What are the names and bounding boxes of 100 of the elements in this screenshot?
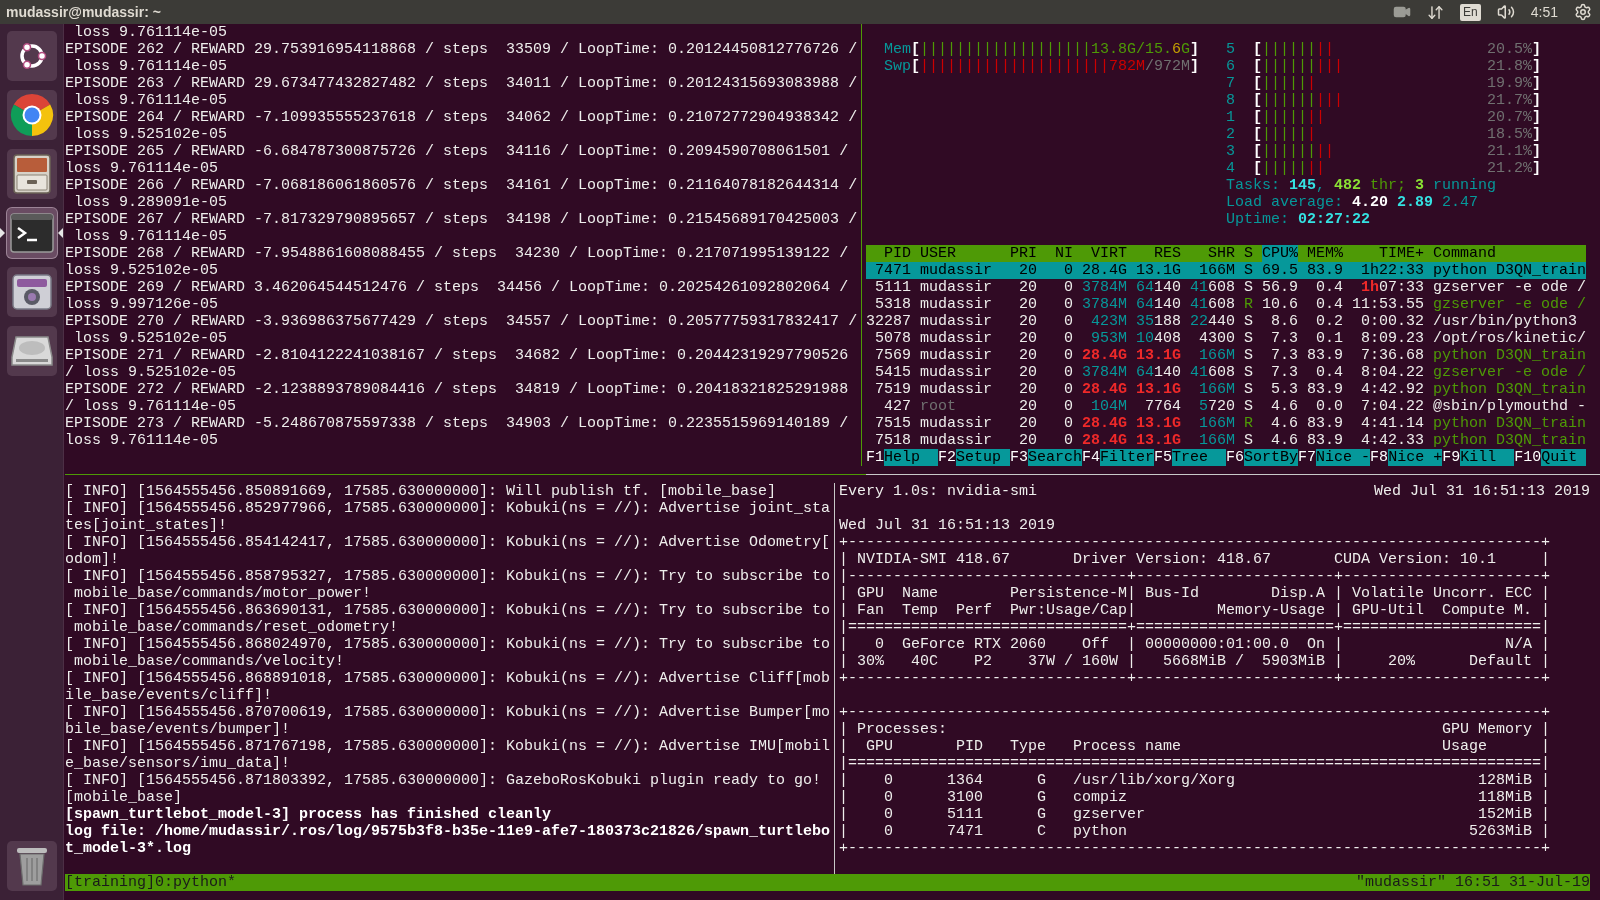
column-header[interactable]: SHR — [1190, 245, 1235, 262]
table-cell-text: mudassir — [920, 347, 993, 364]
output-line: | NVIDIA-SMI 418.67 Driver Version: 418.67 CUDA Version: 10.1 | — [839, 551, 1551, 568]
column-header[interactable]: RES — [1136, 245, 1181, 262]
log-line: [ INFO] [1564555456.868024970, 17585.630000000]: Kobuki(ns = //): Try to subscribe to — [65, 636, 831, 653]
log-line: [ INFO] [1564555456.871767198, 17585.630000000]: Kobuki(ns = //): Advertise IMU[mobil — [65, 738, 831, 755]
table-cell-text: 166M — [1198, 415, 1235, 432]
function-key-button[interactable]: Help — [884, 449, 938, 466]
table-cell: /opt/ros/kinetic/ — [1433, 330, 1587, 347]
table-cell-text: 166M — [1198, 347, 1235, 364]
log-line: EPISODE 263 / REWARD 29.673477432827482 / steps 34011 / LoopTime: 0.20124315693083988 / — [65, 75, 858, 92]
log-line: [ INFO] [1564555456.863690131, 17585.630000000]: Kobuki(ns = //): Try to subscribe to — [65, 602, 831, 619]
terminal-icon — [9, 213, 54, 253]
process-row[interactable]: 7569 mudassir 20 0 28.4G 13.1G 166M S 7.3 83.9 7:36.68 python D3QN_train — [866, 347, 1586, 364]
function-key-button[interactable]: SortBy — [1244, 449, 1299, 466]
table-cell-text: 20 — [1018, 381, 1037, 398]
launcher-item[interactable] — [6, 208, 57, 258]
launcher-item[interactable] — [6, 149, 57, 199]
table-cell: S — [1244, 432, 1253, 449]
process-row[interactable]: 7471 mudassir 20 0 28.4G 13.1G 166M S 69.5 83.9 1h22:33 python D3QN_train — [866, 262, 1586, 279]
summary-line: Tasks: 145, 482 thr; 3 running — [1226, 177, 1497, 194]
keyboard-layout-indicator[interactable]: En — [1460, 3, 1481, 21]
launcher-item[interactable] — [6, 267, 57, 317]
table-cell: S — [1244, 398, 1253, 415]
table-cell: 13.1G — [1136, 381, 1181, 398]
function-key-button[interactable]: Quit — [1541, 449, 1586, 466]
column-header[interactable]: NI — [1046, 245, 1073, 262]
table-cell: 3784M — [1082, 296, 1127, 313]
table-cell: 56.9 — [1262, 279, 1298, 296]
process-row[interactable]: 7515 mudassir 20 0 28.4G 13.1G 166M R 4.6 83.9 4:41.14 python D3QN_train — [866, 415, 1586, 432]
column-header[interactable]: USER — [920, 245, 1001, 262]
function-key-button[interactable]: Kill — [1460, 449, 1515, 466]
launcher-item[interactable] — [6, 326, 57, 376]
table-cell-text: 4.6 — [1270, 398, 1298, 415]
function-key-button[interactable]: Search — [1028, 449, 1083, 466]
table-cell-text: root — [920, 398, 957, 415]
summary-line: Load average: 4.20 2.89 2.47 — [1226, 194, 1479, 211]
table-cell-text: 427 — [883, 398, 911, 415]
log-line: [ INFO] [1564555456.850891669, 17585.630000000]: Will publish tf. [mobile_base] — [65, 483, 777, 500]
output-line: | 0 3100 G compiz 118MiB | — [839, 789, 1551, 806]
table-cell: S — [1244, 381, 1253, 398]
memory-meter: Mem[|||||||||||||||||||13.8G/15.6G] — [884, 41, 1199, 58]
table-cell-text: 7.3 — [1270, 330, 1298, 347]
column-header[interactable]: CPU% — [1262, 245, 1298, 262]
table-cell: 28.4G — [1082, 262, 1127, 279]
volume-icon[interactable] — [1496, 3, 1515, 21]
network-icon[interactable] — [1427, 3, 1445, 21]
process-row[interactable]: 5318 mudassir 20 0 3784M 64140 41608 R 10.6 0.4 11:53.55 gzserver -e ode / — [866, 296, 1586, 313]
table-cell-text: 4.6 — [1270, 415, 1298, 432]
table-cell-text: 8:09.23 — [1360, 330, 1424, 347]
table-cell-text: 1h22:33 — [1360, 262, 1424, 279]
column-header[interactable]: Command — [1433, 245, 1586, 262]
column-header[interactable]: PID — [866, 245, 911, 262]
function-key-button[interactable]: Nice + — [1388, 449, 1443, 466]
log-line: bile_base/events/bumper]! — [65, 721, 291, 738]
column-header[interactable]: PRI — [1010, 245, 1037, 262]
function-key-button[interactable]: Setup — [956, 449, 1011, 466]
table-cell-text: mudassir — [920, 279, 993, 296]
table-cell-text: 0.0 — [1315, 398, 1343, 415]
table-cell: 69.5 — [1262, 262, 1298, 279]
process-row[interactable]: 7519 mudassir 20 0 28.4G 13.1G 166M S 5.3 83.9 4:42.92 python D3QN_train — [866, 381, 1586, 398]
table-cell: 10.6 — [1262, 296, 1298, 313]
table-cell-text: 0 — [1063, 347, 1073, 364]
table-cell-text: 5111 — [874, 279, 911, 296]
table-cell: python D3QN_train — [1433, 381, 1587, 398]
table-cell-text: 7:04.22 — [1360, 398, 1424, 415]
process-row[interactable]: 5078 mudassir 20 0 953M 10408 4300 S 7.3 0.1 8:09.23 /opt/ros/kinetic/ — [866, 330, 1586, 347]
table-cell-text: 20 — [1018, 432, 1037, 449]
table-cell-text: mudassir — [920, 330, 993, 347]
settings-icon[interactable] — [1574, 3, 1592, 21]
clock[interactable]: 4:51 — [1530, 1, 1558, 23]
table-cell-text: 7569 — [874, 347, 911, 364]
browser-icon — [9, 93, 54, 137]
launcher-item[interactable] — [6, 90, 57, 140]
host-clock-label: "mudassir" 16:51 31-Jul-19 — [1355, 874, 1590, 891]
launcher-item[interactable] — [6, 841, 57, 891]
process-row[interactable]: 427 root 20 0 104M 7764 5720 S 4.6 0.0 7:04.22 @sbin/plymouthd - — [866, 398, 1586, 415]
function-key-button[interactable]: Tree — [1172, 449, 1227, 466]
log-line: loss 9.761114e-05 — [65, 432, 219, 449]
process-row[interactable]: 7518 mudassir 20 0 28.4G 13.1G 166M S 4.6 83.9 4:42.33 python D3QN_train — [866, 432, 1586, 449]
process-row[interactable]: 5415 mudassir 20 0 3784M 64140 41608 S 7.3 0.4 8:04.22 gzserver -e ode / — [866, 364, 1586, 381]
process-row[interactable]: 5111 mudassir 20 0 3784M 64140 41608 S 56.9 0.4 1h07:33 gzserver -e ode / — [866, 279, 1586, 296]
process-row[interactable]: 32287 mudassir 20 0 423M 35188 22440 S 8.6 0.2 0:00.32 /usr/bin/python3 — [866, 313, 1586, 330]
table-cell-text: 20 — [1018, 296, 1037, 313]
launcher-item[interactable] — [6, 31, 57, 81]
cpu-meter: 2 [|||||| 18.5%] — [1226, 126, 1541, 143]
column-header[interactable]: TIME+ — [1352, 245, 1424, 262]
output-line: | 0 5111 G gzserver 152MiB | — [839, 806, 1551, 823]
function-key-button[interactable]: Nice - — [1316, 449, 1371, 466]
table-cell-text: 4300 — [1198, 330, 1235, 347]
table-cell: 41608 — [1190, 279, 1235, 296]
table-cell-text: 7515 — [874, 415, 911, 432]
table-cell-text: 0 — [1063, 330, 1073, 347]
column-header[interactable]: S — [1244, 245, 1253, 262]
function-key-button[interactable]: Filter — [1100, 449, 1155, 466]
table-cell: S — [1244, 279, 1253, 296]
column-header[interactable]: MEM% — [1307, 245, 1343, 262]
table-cell-text: 5.3 — [1270, 381, 1298, 398]
column-header[interactable]: VIRT — [1082, 245, 1127, 262]
log-line: mobile_base/commands/reset_odometry! — [73, 619, 399, 636]
